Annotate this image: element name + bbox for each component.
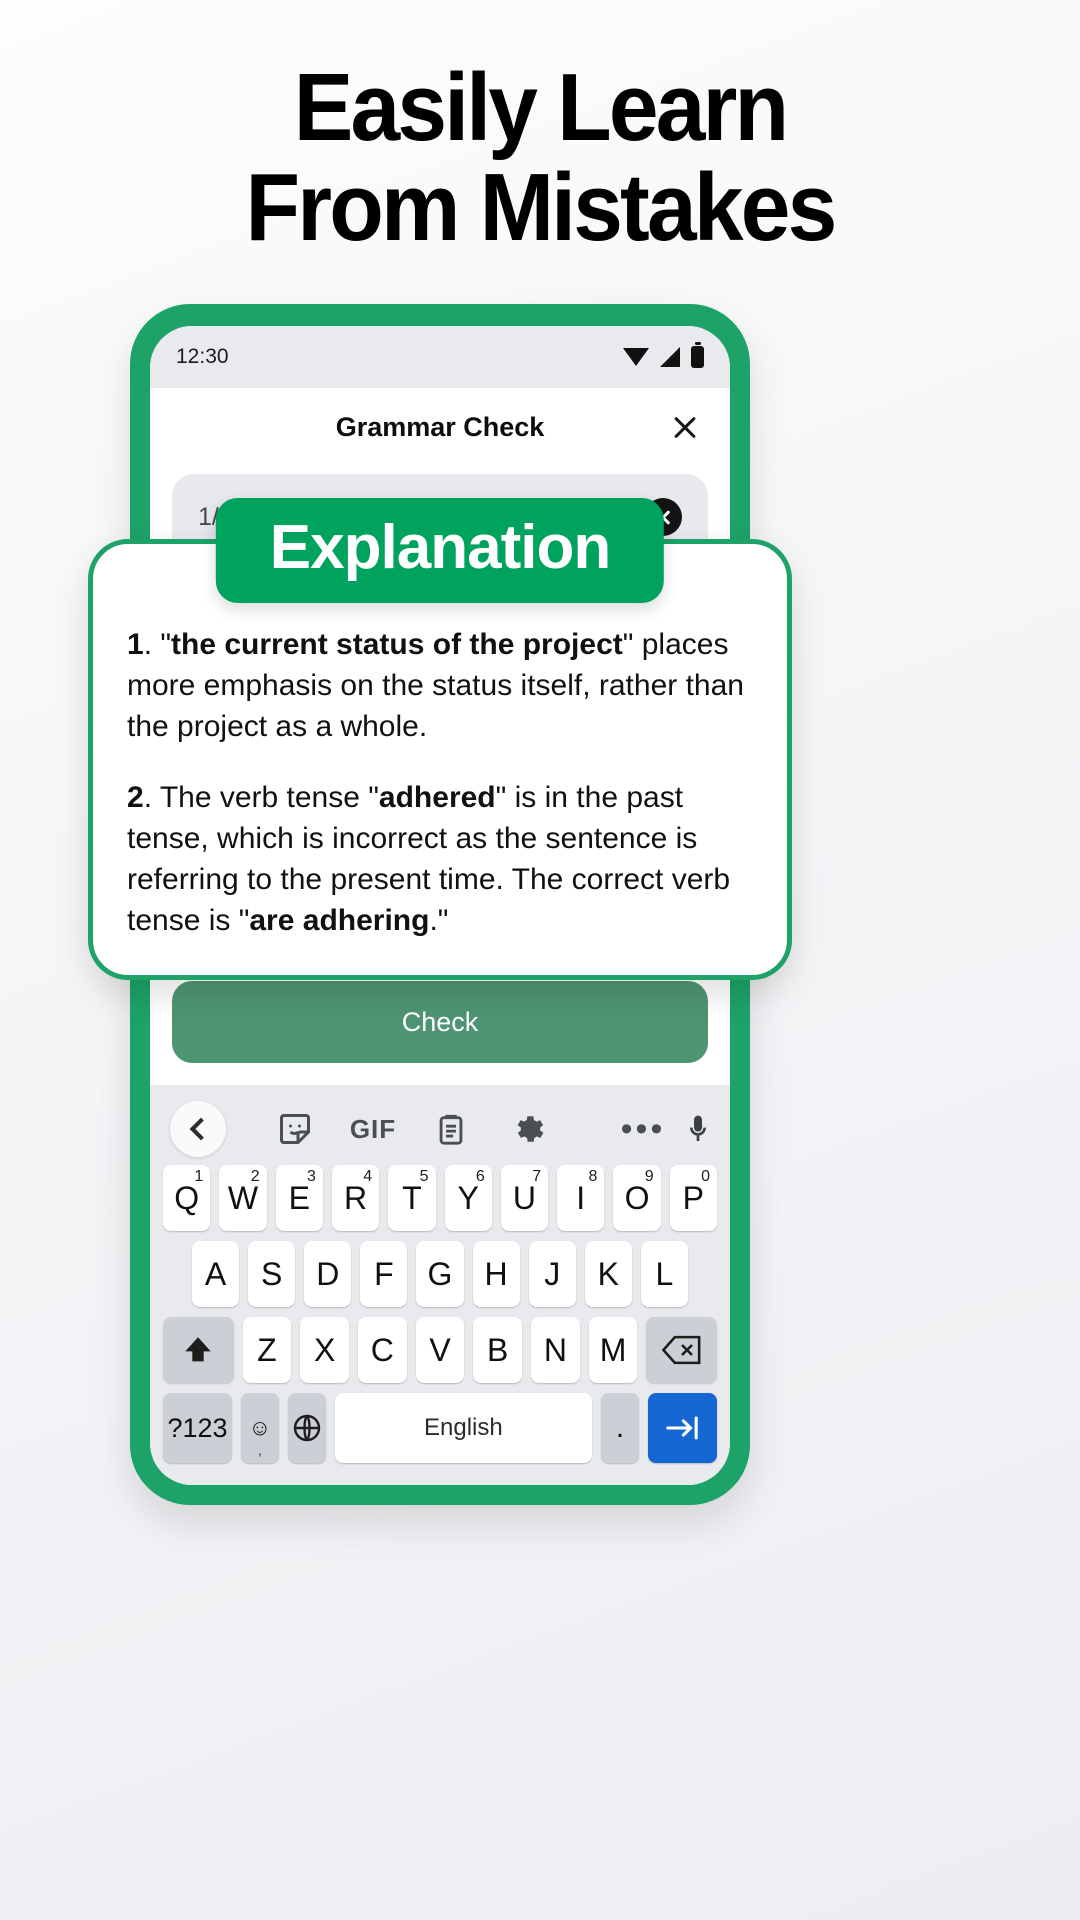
headline-line-1: Easily Learn bbox=[293, 54, 789, 161]
key-j[interactable]: J bbox=[528, 1241, 576, 1307]
check-button-area: Check bbox=[150, 965, 730, 1085]
key-r[interactable]: 4R bbox=[331, 1165, 380, 1231]
close-icon[interactable] bbox=[668, 410, 702, 444]
key-n[interactable]: N bbox=[531, 1317, 580, 1383]
status-bar: 12:30 bbox=[150, 326, 730, 388]
backspace-key[interactable] bbox=[646, 1317, 717, 1383]
keyboard: GIF ••• 1 Q 2 W 3 E 4 R 5 T 6 Y 7 U 8 I … bbox=[150, 1085, 730, 1485]
key-y[interactable]: 6Y bbox=[444, 1165, 492, 1231]
app-header: Grammar Check bbox=[150, 388, 730, 466]
key-g[interactable]: G bbox=[416, 1241, 464, 1307]
check-button[interactable]: Check bbox=[172, 981, 708, 1063]
microphone-icon[interactable] bbox=[682, 1111, 714, 1147]
battery-icon bbox=[691, 342, 704, 368]
keyboard-row-3: Z X C V B N M bbox=[156, 1317, 724, 1383]
explanation-body: 1. "the current status of the project" p… bbox=[127, 624, 753, 941]
key-h[interactable]: H bbox=[472, 1241, 520, 1307]
emoji-key[interactable]: ☺ , bbox=[241, 1393, 279, 1463]
more-options-icon[interactable]: ••• bbox=[604, 1112, 682, 1146]
key-z[interactable]: Z bbox=[242, 1317, 292, 1383]
key-e[interactable]: 3E bbox=[275, 1165, 323, 1231]
period-key[interactable]: . bbox=[601, 1393, 639, 1463]
settings-gear-icon[interactable] bbox=[490, 1111, 568, 1147]
explanation-card: Explanation 1. "the current status of th… bbox=[88, 498, 792, 980]
explanation-paragraph-1: 1. "the current status of the project" p… bbox=[127, 628, 744, 743]
key-x[interactable]: X bbox=[300, 1317, 349, 1383]
key-l[interactable]: L bbox=[640, 1241, 688, 1307]
backspace-icon bbox=[661, 1335, 701, 1365]
key-q[interactable]: 1Q bbox=[163, 1165, 211, 1231]
key-c[interactable]: C bbox=[357, 1317, 407, 1383]
key-u[interactable]: 7U bbox=[500, 1165, 549, 1231]
globe-icon bbox=[293, 1414, 320, 1442]
comma-glyph: , bbox=[257, 1442, 262, 1458]
status-bar-time: 12:30 bbox=[176, 345, 229, 368]
wifi-icon bbox=[623, 348, 649, 366]
enter-icon bbox=[666, 1416, 699, 1440]
signal-icon bbox=[660, 347, 680, 367]
gif-icon[interactable]: GIF bbox=[334, 1114, 412, 1145]
key-o[interactable]: 9O bbox=[613, 1165, 661, 1231]
key-w[interactable]: 2W bbox=[219, 1165, 267, 1231]
key-p[interactable]: 0P bbox=[669, 1165, 717, 1231]
emoji-glyph: ☺ bbox=[248, 1415, 272, 1440]
headline-line-2: From Mistakes bbox=[245, 154, 838, 261]
key-m[interactable]: M bbox=[588, 1317, 638, 1383]
key-t[interactable]: 5T bbox=[388, 1165, 436, 1231]
key-b[interactable]: B bbox=[473, 1317, 523, 1383]
numbers-key[interactable]: ?123 bbox=[163, 1393, 233, 1463]
shift-icon bbox=[185, 1337, 212, 1362]
keyboard-row-2: A S D F G H J K L bbox=[156, 1241, 724, 1307]
explanation-badge: Explanation bbox=[215, 498, 665, 603]
page-headline: Easily Learn From Mistakes bbox=[38, 58, 1042, 258]
back-icon[interactable] bbox=[170, 1101, 226, 1157]
key-d[interactable]: D bbox=[304, 1241, 352, 1307]
sticker-icon[interactable] bbox=[256, 1111, 334, 1147]
page-title: Grammar Check bbox=[335, 411, 545, 442]
shift-key[interactable] bbox=[163, 1317, 234, 1383]
language-key[interactable] bbox=[287, 1393, 326, 1463]
key-k[interactable]: K bbox=[584, 1241, 632, 1307]
keyboard-row-4: ?123 ☺ , English . bbox=[156, 1393, 724, 1463]
key-a[interactable]: A bbox=[192, 1241, 240, 1307]
enter-key[interactable] bbox=[647, 1393, 717, 1463]
space-key[interactable]: English bbox=[334, 1393, 593, 1463]
key-f[interactable]: F bbox=[360, 1241, 408, 1307]
keyboard-row-1: 1Q 2W 3E 4R 5T 6Y 7U 8I 9O 0P bbox=[156, 1165, 724, 1231]
key-s[interactable]: S bbox=[248, 1241, 296, 1307]
key-v[interactable]: V bbox=[415, 1317, 465, 1383]
clipboard-icon[interactable] bbox=[412, 1112, 490, 1146]
explanation-paragraph-2: 2. The verb tense "adhered" is in the pa… bbox=[127, 781, 731, 937]
keyboard-toolbar: GIF ••• bbox=[156, 1093, 724, 1165]
status-bar-icons bbox=[623, 342, 704, 368]
key-i[interactable]: 8I bbox=[557, 1165, 605, 1231]
